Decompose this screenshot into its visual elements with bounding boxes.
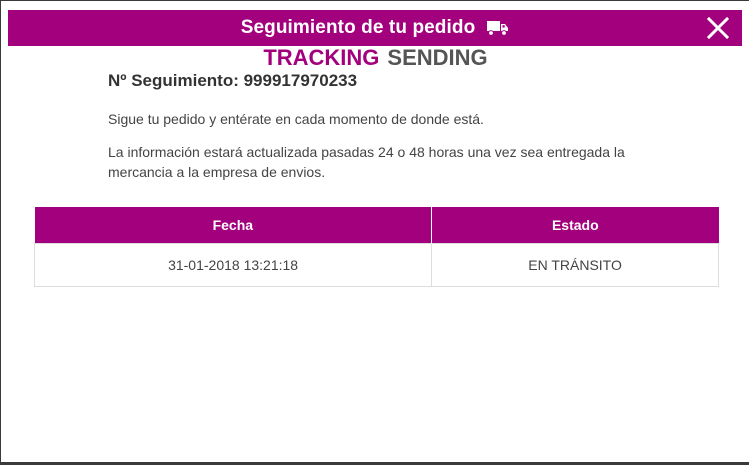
close-button[interactable] <box>706 16 730 40</box>
status-table: Fecha Estado 31-01-2018 13:21:18 EN TRÁN… <box>33 207 719 287</box>
truck-icon <box>487 20 509 36</box>
tracking-number: Nº Seguimiento: 999917970233 <box>108 71 358 90</box>
table-header-row: Fecha Estado <box>34 207 719 244</box>
brand-sending: SENDING <box>387 45 488 70</box>
close-icon <box>706 16 730 40</box>
dialog-title: Seguimiento de tu pedido <box>240 17 476 38</box>
table-row: 31-01-2018 13:21:18 EN TRÁNSITO <box>33 243 719 287</box>
brand-logo: TRACKING SENDING <box>1 44 749 72</box>
cell-fecha: 31-01-2018 13:21:18 <box>33 243 433 287</box>
tracking-dialog: Seguimiento de tu pedido TRACKING SENDING… <box>1 1 749 462</box>
info-text: La información estará actualizada pasada… <box>108 144 625 180</box>
brand-tracking: TRACKING <box>263 45 380 70</box>
screen: Seguimiento de tu pedido TRACKING SENDING… <box>0 0 749 465</box>
cell-estado: EN TRÁNSITO <box>431 243 719 287</box>
column-header-estado: Estado <box>431 207 719 244</box>
intro-text: Sigue tu pedido y entérate en cada momen… <box>108 111 484 127</box>
dialog-header: Seguimiento de tu pedido <box>8 10 742 46</box>
column-header-fecha: Fecha <box>34 207 433 244</box>
